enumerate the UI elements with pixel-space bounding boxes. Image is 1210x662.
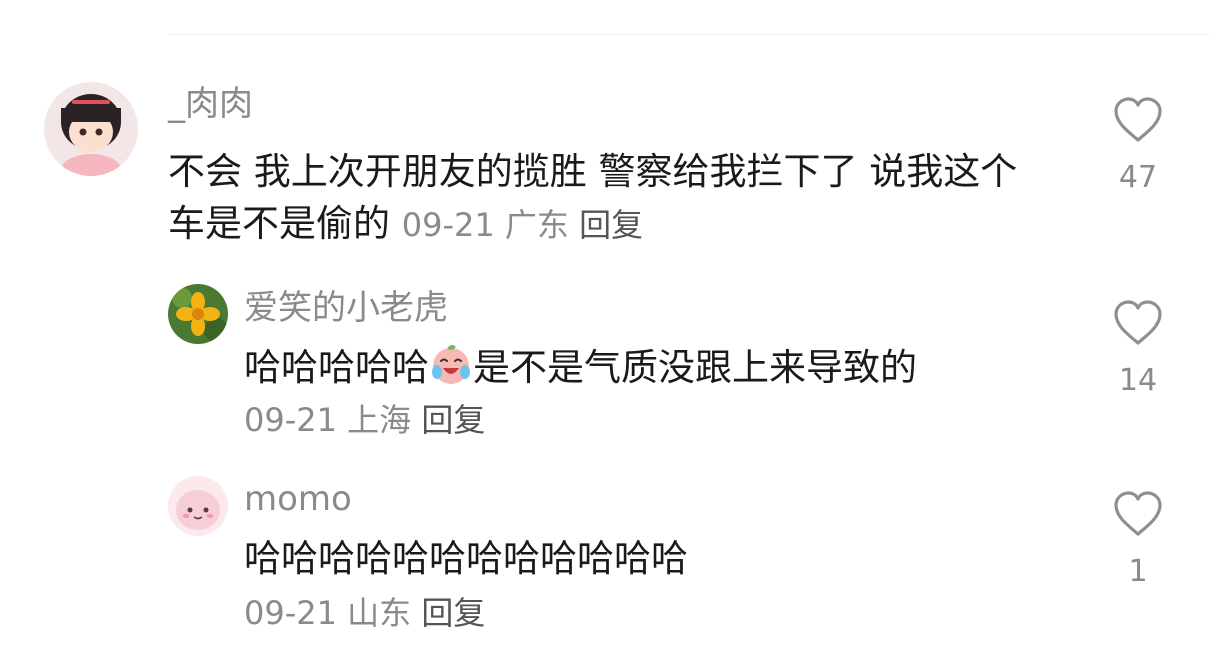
username[interactable]: 爱笑的小老虎 [244, 288, 448, 328]
comment-body-end: 是不是气质没跟上来导致的 [473, 346, 917, 389]
comment-body-start: 哈哈哈哈哈 [244, 346, 429, 389]
comment-meta: 09-21 广东 回复 [402, 206, 643, 244]
comment-location: 山东 [347, 594, 412, 632]
comment-location: 广东 [504, 206, 569, 244]
heart-outline-icon [1114, 300, 1162, 345]
avatar[interactable] [44, 82, 138, 176]
like-button[interactable]: 1 [1108, 490, 1168, 590]
comment-meta: 09-21 山东 回复 [244, 593, 485, 633]
username[interactable]: momo [244, 479, 352, 519]
avatar[interactable] [168, 284, 228, 344]
comment-text: 不会 我上次开朋友的揽胜 警察给我拦下了 说我这个车是不是偷的 09-21 广东… [168, 146, 1038, 251]
comment-text: 哈哈哈哈哈 是不是气质没跟上来导致的 [244, 342, 1034, 394]
heart-outline-icon [1114, 491, 1162, 536]
comments-page: _肉肉 不会 我上次开朋友的揽胜 警察给我拦下了 说我这个车是不是偷的 09-2… [0, 0, 1210, 662]
reply-button[interactable]: 回复 [421, 594, 485, 632]
comment-date: 09-21 [244, 594, 337, 632]
like-count: 1 [1128, 554, 1148, 589]
comment-text: 哈哈哈哈哈哈哈哈哈哈哈哈 [244, 533, 1034, 585]
comment-date: 09-21 [401, 206, 495, 244]
laughing-crying-emoji-icon [429, 342, 473, 386]
username[interactable]: _肉肉 [168, 84, 253, 124]
divider [168, 34, 1210, 35]
like-count: 47 [1118, 160, 1158, 195]
reply-button[interactable]: 回复 [421, 401, 485, 439]
comment-location: 上海 [347, 401, 412, 439]
comment-date: 09-21 [244, 401, 337, 439]
like-count: 14 [1118, 363, 1158, 398]
avatar[interactable] [168, 476, 228, 536]
like-button[interactable]: 47 [1108, 96, 1168, 196]
heart-outline-icon [1114, 97, 1162, 142]
reply-button[interactable]: 回复 [579, 206, 643, 244]
comment-body: 哈哈哈哈哈哈哈哈哈哈哈哈 [244, 537, 688, 580]
like-button[interactable]: 14 [1108, 299, 1168, 399]
comment-meta: 09-21 上海 回复 [244, 400, 485, 440]
